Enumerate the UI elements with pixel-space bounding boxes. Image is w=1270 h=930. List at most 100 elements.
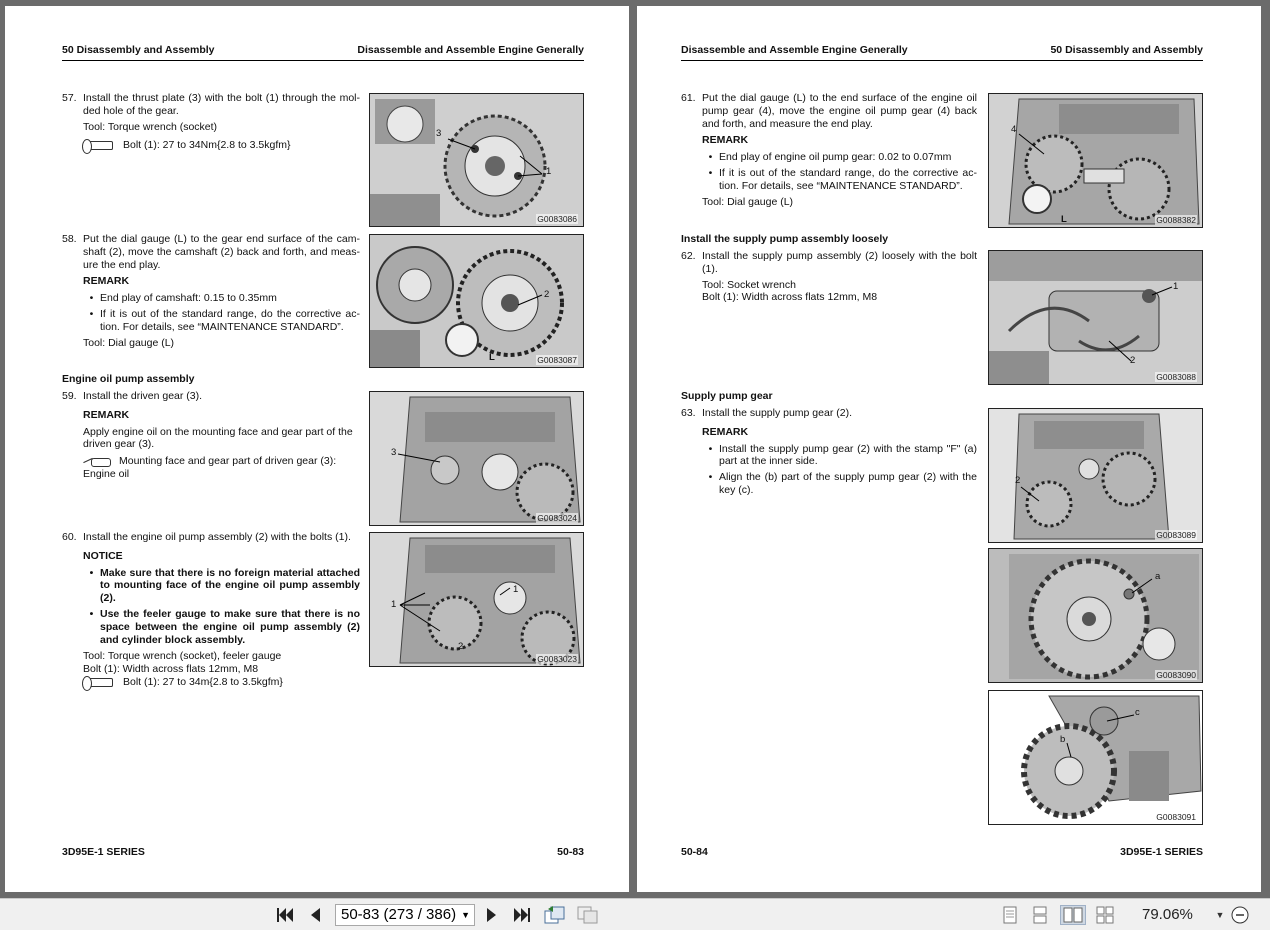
figure-id: G0083087	[536, 355, 578, 365]
remark-bullet: • End play of camshaft: 0.15 to 0.35mm	[89, 292, 277, 305]
torque-wrench-icon	[82, 139, 113, 155]
callout: b	[1060, 734, 1066, 745]
zoom-out-icon	[1231, 906, 1249, 924]
step-text: Put the dial gauge (L) to the gear end s…	[83, 233, 360, 271]
single-page-view-button[interactable]	[1000, 905, 1020, 925]
figure-g0083086: 3 1 G0083086	[369, 93, 584, 227]
step-60: 60. Install the engine oil pump assembly…	[62, 531, 360, 691]
page-50-83: 50 Disassembly and Assembly Disassemble …	[5, 6, 629, 892]
footer-left: 50-84	[681, 846, 708, 858]
page-number-value: 50-83 (273 / 386)	[341, 906, 457, 923]
continuous-page-icon	[1033, 906, 1047, 924]
callout: 1	[513, 584, 519, 595]
figure-id: G0083086	[536, 214, 578, 224]
figure-g0083088: 1 2 G0083088	[988, 250, 1203, 385]
remark-bullet: • If it is out of the standard range, do …	[89, 307, 360, 333]
figure-g0083024: 3 G0083024	[369, 391, 584, 526]
two-page-icon	[1063, 907, 1083, 923]
remark-heading: REMARK	[702, 425, 749, 438]
figure-id: G0083088	[1155, 372, 1197, 382]
figure-id: G0083024	[536, 513, 578, 523]
header-left: Disassemble and Assemble Engine Generall…	[681, 44, 908, 56]
previous-view-button[interactable]	[543, 905, 567, 925]
callout: 4	[1011, 124, 1017, 135]
callout: 2	[544, 289, 550, 300]
page-50-84: Disassemble and Assemble Engine Generall…	[637, 6, 1261, 892]
torque-spec: Bolt (1): 27 to 34Nm{2.8 to 3.5kgfm}	[123, 139, 291, 152]
viewer-toolbar: 50-83 (273 / 386) ▼ 79.06% ▼	[0, 898, 1270, 930]
step-62: 62. Install the supply pump assembly (2)…	[681, 250, 977, 304]
last-page-button[interactable]	[511, 905, 533, 925]
remark-heading: REMARK	[83, 275, 130, 288]
oil-can-icon	[83, 456, 111, 468]
footer-right: 50-83	[557, 846, 584, 858]
footer-left: 3D95E-1 SERIES	[62, 846, 145, 858]
two-page-continuous-button[interactable]	[1094, 905, 1116, 925]
figure-g0083087: 2 L G0083087	[369, 234, 584, 368]
step-59: 59. Install the driven gear (3). REMARK …	[62, 390, 360, 481]
page-number-field[interactable]: 50-83 (273 / 386) ▼	[335, 904, 475, 926]
step-text: Put the dial gauge (L) to the end surfac…	[702, 92, 977, 130]
remark-heading: REMARK	[83, 408, 130, 421]
figure-id: G0083023	[536, 654, 578, 664]
page-dropdown-icon[interactable]: ▼	[461, 905, 470, 925]
figure-g0088382: 4 L G0088382	[988, 93, 1203, 228]
bolt-line: Bolt (1): Width across flats 12mm, M8	[83, 663, 259, 676]
tool-line: Tool: Dial gauge (L)	[702, 195, 794, 208]
document-viewport[interactable]: 50 Disassembly and Assembly Disassemble …	[0, 0, 1270, 898]
step-text: Install the engine oil pump assembly (2)…	[83, 531, 351, 543]
callout: 2	[458, 641, 464, 652]
step-text: Install the thrust plate (3) with the bo…	[83, 92, 360, 117]
step-number: 60.	[62, 531, 77, 543]
first-page-icon	[277, 908, 293, 922]
first-page-button[interactable]	[274, 905, 296, 925]
remark-bullet: • Install the supply pump gear (2) with t…	[708, 442, 977, 468]
callout: 2	[1015, 475, 1021, 486]
callout: 3	[436, 128, 442, 139]
zoom-dropdown-icon[interactable]: ▼	[1214, 905, 1226, 925]
step-number: 63.	[681, 407, 696, 419]
section-heading: Install the supply pump assembly loosely	[681, 233, 889, 245]
next-page-button[interactable]	[482, 905, 502, 925]
previous-page-button[interactable]	[305, 905, 325, 925]
two-page-view-button[interactable]	[1060, 905, 1086, 925]
notice-bullet: • Make sure that there is no foreign mate…	[89, 566, 360, 605]
figure-id: G0083091	[1155, 812, 1197, 822]
torque-wrench-icon	[82, 675, 113, 691]
torque-spec: Bolt (1): 27 to 34m{2.8 to 3.5kgfm}	[123, 675, 283, 688]
two-page-continuous-icon	[1096, 906, 1114, 924]
next-page-icon	[487, 908, 496, 922]
step-text: Install the supply pump gear (2).	[702, 407, 852, 419]
remark-bullet: • End play of engine oil pump gear: 0.02 …	[708, 151, 952, 164]
header-right: 50 Disassembly and Assembly	[1050, 44, 1203, 56]
tool-line: Tool: Torque wrench (socket), feeler gau…	[83, 650, 282, 663]
remark-heading: REMARK	[702, 134, 749, 147]
step-61: 61. Put the dial gauge (L) to the end su…	[681, 92, 977, 208]
callout: L	[489, 352, 495, 363]
header-right: Disassemble and Assemble Engine Generall…	[357, 44, 584, 56]
previous-view-icon	[544, 906, 565, 924]
remark-bullet: • Align the (b) part of the supply pump g…	[708, 471, 977, 496]
section-heading: Engine oil pump assembly	[62, 373, 195, 385]
header-left: 50 Disassembly and Assembly	[62, 44, 215, 56]
tool-line: Tool: Torque wrench (socket)	[83, 120, 218, 133]
tool-line: Tool: Socket wrench	[702, 278, 796, 291]
callout: 2	[1130, 355, 1136, 366]
footer-right: 3D95E-1 SERIES	[1120, 846, 1203, 858]
figure-g0083091: c b G0083091	[988, 690, 1203, 825]
figure-g0083090: a G0083090	[988, 548, 1203, 683]
last-page-icon	[514, 908, 530, 922]
remark-bullet: • If it is out of the standard range, do …	[708, 166, 977, 192]
notice-bullet: • Use the feeler gauge to make sure that …	[89, 607, 360, 646]
figure-id: G0083089	[1155, 530, 1197, 540]
step-number: 58.	[62, 233, 77, 245]
zoom-level[interactable]: 79.06%	[1142, 904, 1193, 926]
header-rule	[681, 60, 1203, 61]
figure-g0083023: 1 1 2 G0083023	[369, 532, 584, 667]
step-number: 59.	[62, 390, 77, 402]
step-number: 61.	[681, 92, 696, 104]
next-view-button[interactable]	[576, 905, 600, 925]
continuous-view-button[interactable]	[1030, 905, 1050, 925]
callout: 1	[546, 166, 552, 177]
zoom-out-button[interactable]	[1230, 905, 1250, 925]
